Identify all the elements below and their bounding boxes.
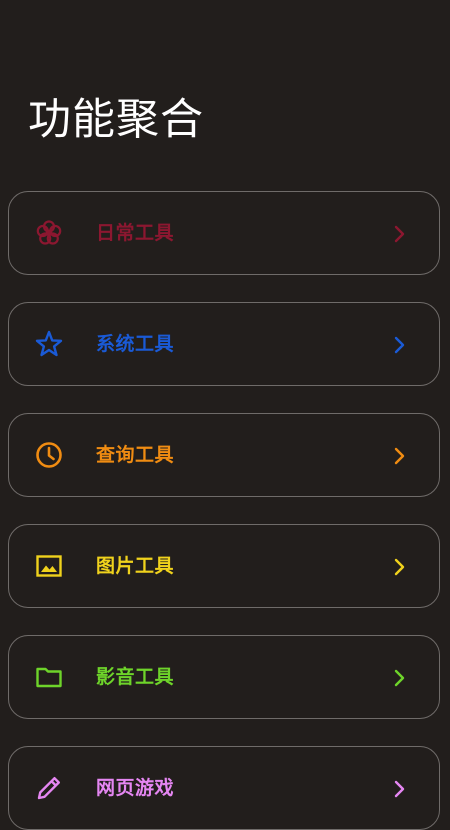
pencil-icon <box>34 773 64 803</box>
chevron-right-icon <box>389 446 409 466</box>
menu-item-label: 图片工具 <box>96 555 175 577</box>
menu-item-label: 系统工具 <box>96 333 175 355</box>
star-icon <box>34 329 64 359</box>
page-title: 功能聚合 <box>28 95 204 145</box>
clock-icon <box>34 440 64 470</box>
chevron-right-icon <box>389 224 409 244</box>
menu-item-image-tools[interactable]: 图片工具 <box>8 524 440 608</box>
chevron-right-icon <box>389 557 409 577</box>
menu-item-label: 影音工具 <box>96 666 175 688</box>
flower-icon <box>34 218 64 248</box>
folder-icon <box>34 662 64 692</box>
menu-item-label: 查询工具 <box>96 444 175 466</box>
image-icon <box>34 551 64 581</box>
chevron-right-icon <box>389 668 409 688</box>
menu-item-web-games[interactable]: 网页游戏 <box>8 746 440 830</box>
menu-item-label: 日常工具 <box>96 222 175 244</box>
chevron-right-icon <box>389 779 409 799</box>
menu-item-media-tools[interactable]: 影音工具 <box>8 635 440 719</box>
menu-item-system-tools[interactable]: 系统工具 <box>8 302 440 386</box>
menu-item-query-tools[interactable]: 查询工具 <box>8 413 440 497</box>
menu-item-label: 网页游戏 <box>96 777 175 799</box>
chevron-right-icon <box>389 335 409 355</box>
menu-item-daily-tools[interactable]: 日常工具 <box>8 191 440 275</box>
